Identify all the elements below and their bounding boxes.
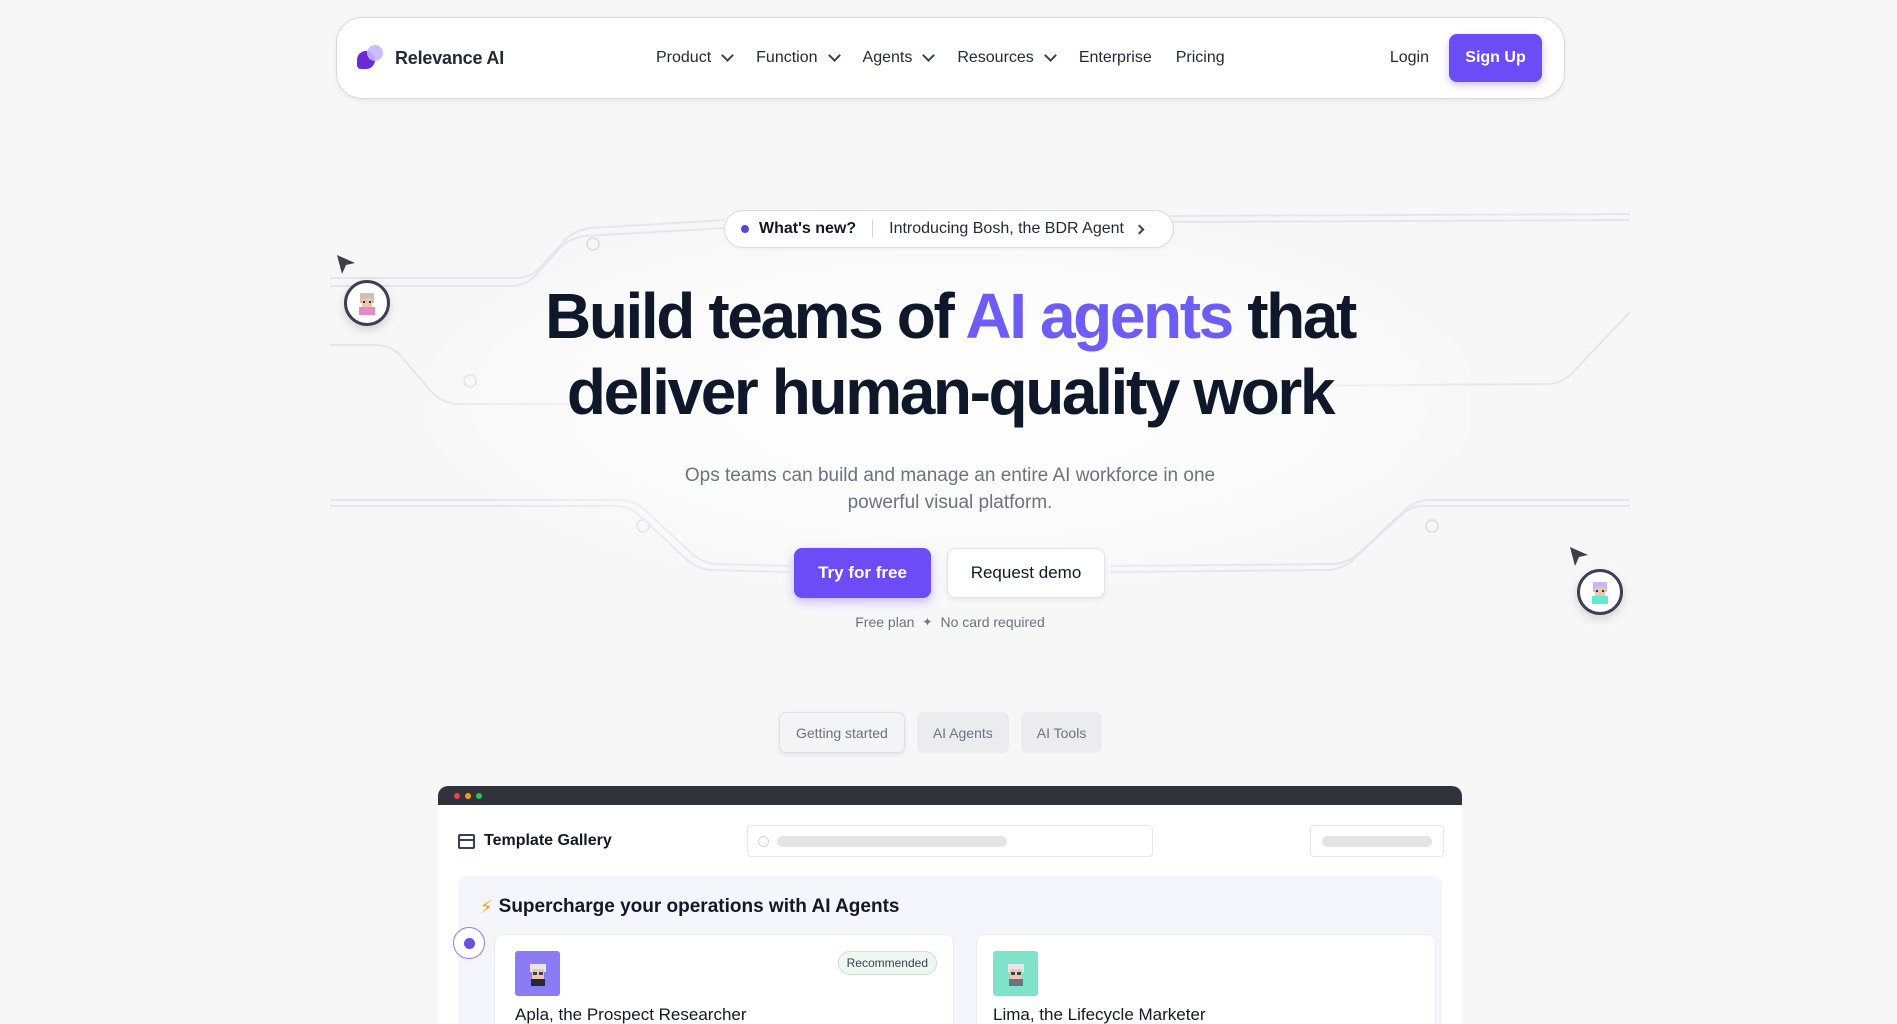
agent-card-name: Apla, the Prospect Researcher xyxy=(515,1005,747,1024)
announcement-pill[interactable]: What's new? Introducing Bosh, the BDR Ag… xyxy=(724,210,1174,248)
brand-name: Relevance AI xyxy=(395,47,504,68)
main-nav: Product Function Agents Resources Enterp… xyxy=(644,43,1237,73)
sparkle-icon: ✦ xyxy=(922,615,933,629)
gallery-icon xyxy=(458,833,475,849)
headline-part1: Build teams of xyxy=(545,280,966,352)
gallery-title-text: Template Gallery xyxy=(484,832,612,849)
nav-pricing-label: Pricing xyxy=(1175,49,1225,66)
nav-enterprise-label: Enterprise xyxy=(1078,49,1152,66)
filter-skeleton xyxy=(1322,835,1432,847)
section-title: ⚡ Supercharge your operations with AI Ag… xyxy=(480,896,899,918)
nav-pricing[interactable]: Pricing xyxy=(1164,43,1237,73)
announcement-text: Introducing Bosh, the BDR Agent xyxy=(889,220,1124,237)
hero-subtext: Ops teams can build and manage an entire… xyxy=(684,465,1216,513)
fine-print-no-card: No card required xyxy=(940,614,1045,630)
login-link[interactable]: Login xyxy=(1390,49,1429,67)
agent-avatar-icon xyxy=(344,280,390,326)
timeline-step-icon xyxy=(453,927,485,959)
agent-card[interactable]: Lima, the Lifecycle Marketer xyxy=(976,934,1436,1024)
signup-button[interactable]: Sign Up xyxy=(1449,34,1542,82)
fine-print-free-plan: Free plan xyxy=(855,614,915,630)
hero-headline: Build teams of AI agents that deliver hu… xyxy=(450,278,1450,430)
nav-resources-label: Resources xyxy=(957,49,1034,66)
top-navbar: Relevance AI Product Function Agents Res… xyxy=(336,17,1565,99)
agent-card[interactable]: Recommended Apla, the Prospect Researche… xyxy=(494,934,954,1024)
nav-actions: Login Sign Up xyxy=(1390,34,1542,82)
announcement-dot-icon xyxy=(741,225,749,233)
nav-agents-label: Agents xyxy=(862,49,913,66)
agent-avatar-icon xyxy=(515,951,560,996)
search-icon xyxy=(758,835,769,847)
nav-product[interactable]: Product xyxy=(644,43,744,73)
window-titlebar xyxy=(438,786,1462,805)
tab-ai-agents[interactable]: AI Agents xyxy=(916,712,1009,753)
try-for-free-button[interactable]: Try for free xyxy=(794,548,931,598)
search-placeholder-skeleton xyxy=(777,835,1007,847)
gallery-title: Template Gallery xyxy=(458,832,612,850)
gallery-tabs: Getting started AI Agents AI Tools xyxy=(779,712,1103,753)
cursor-arrow-icon xyxy=(337,255,355,274)
agent-card-name: Lima, the Lifecycle Marketer xyxy=(993,1005,1206,1024)
chevron-down-icon xyxy=(1043,49,1057,62)
chevron-down-icon xyxy=(922,49,936,62)
nav-agents[interactable]: Agents xyxy=(851,43,946,73)
tab-getting-started[interactable]: Getting started xyxy=(779,712,905,753)
section-title-text: Supercharge your operations with AI Agen… xyxy=(498,896,900,917)
gallery-header: Template Gallery xyxy=(438,805,1462,877)
app-preview-window: Template Gallery ⚡ Supercharge your oper… xyxy=(438,786,1462,1024)
announcement-label: What's new? xyxy=(759,220,857,237)
cta-fine-print: Free plan ✦ No card required xyxy=(800,614,1100,630)
relevance-logo-icon xyxy=(357,45,385,71)
gallery-filter-control[interactable] xyxy=(1310,825,1444,857)
lightning-icon: ⚡ xyxy=(480,896,493,917)
nav-enterprise[interactable]: Enterprise xyxy=(1067,43,1164,73)
tab-ai-tools[interactable]: AI Tools xyxy=(1020,712,1103,753)
nav-function[interactable]: Function xyxy=(744,43,850,73)
chevron-down-icon xyxy=(827,49,841,62)
chevron-right-icon xyxy=(1134,224,1145,234)
agent-avatar-icon xyxy=(1577,569,1623,615)
request-demo-button[interactable]: Request demo xyxy=(947,548,1105,598)
agent-avatar-icon xyxy=(993,951,1038,996)
window-minimize-dot xyxy=(465,792,471,799)
window-maximize-dot xyxy=(476,792,482,799)
nav-function-label: Function xyxy=(756,49,818,66)
window-close-dot xyxy=(454,792,460,799)
gallery-section: ⚡ Supercharge your operations with AI Ag… xyxy=(453,876,1442,1024)
recommended-badge: Recommended xyxy=(837,951,937,975)
headline-line2: deliver human-quality work xyxy=(566,356,1336,428)
cursor-arrow-icon xyxy=(1570,547,1588,566)
nav-product-label: Product xyxy=(656,49,712,66)
gallery-search-input[interactable] xyxy=(747,825,1153,857)
chevron-down-icon xyxy=(721,49,735,62)
announcement-divider xyxy=(872,220,874,238)
nav-resources[interactable]: Resources xyxy=(945,43,1066,73)
headline-accent: AI agents xyxy=(965,280,1234,352)
brand-logo-link[interactable]: Relevance AI xyxy=(357,45,504,71)
headline-part2: that xyxy=(1231,280,1357,352)
